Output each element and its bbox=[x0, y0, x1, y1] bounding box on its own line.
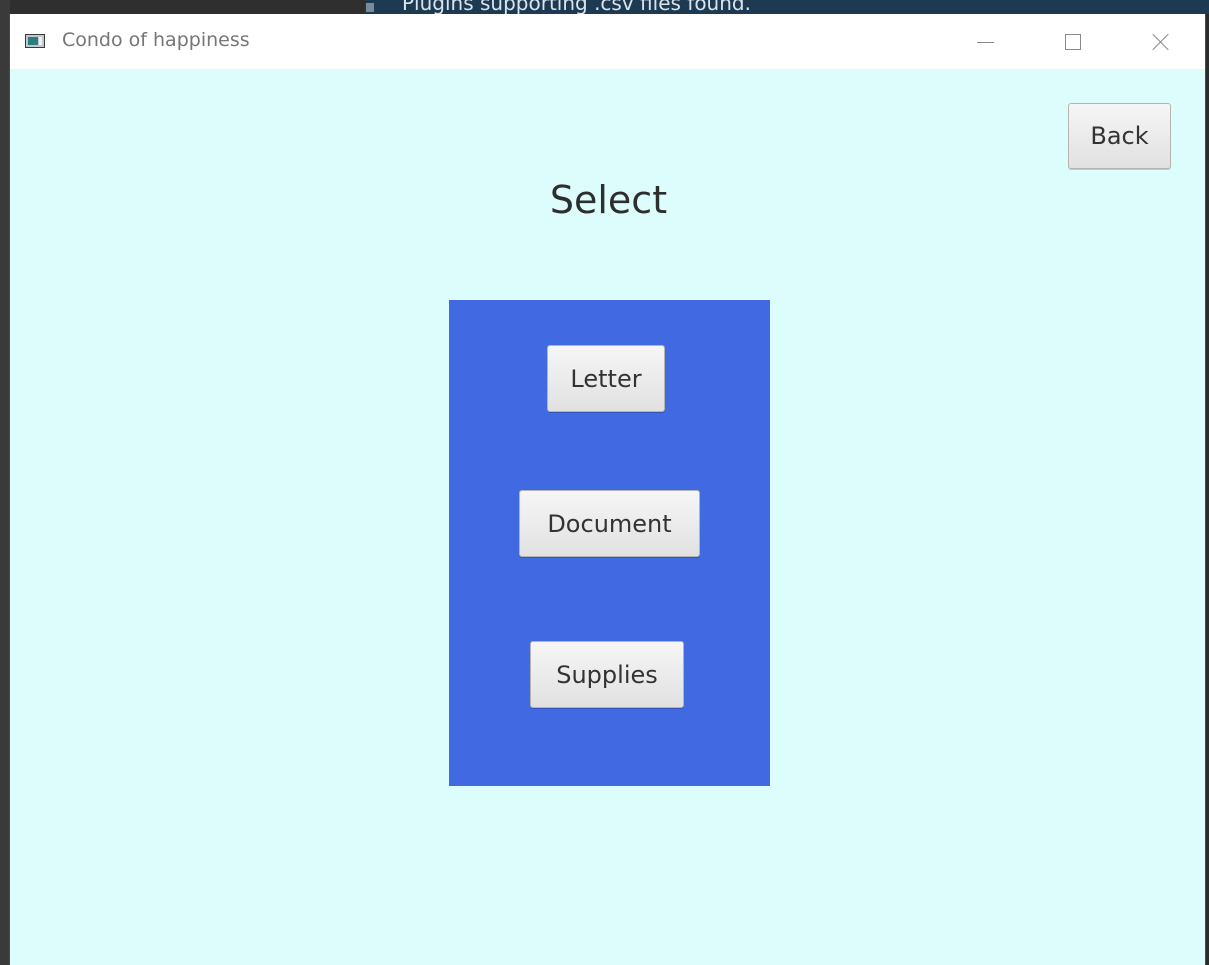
window-title: Condo of happiness bbox=[62, 29, 250, 51]
close-icon bbox=[1152, 33, 1170, 51]
maximize-button[interactable] bbox=[1050, 24, 1096, 60]
letter-button[interactable]: Letter bbox=[547, 345, 665, 412]
background-window-text: Plugins supporting .csv files found. bbox=[402, 0, 751, 15]
app-window-icon bbox=[25, 34, 45, 48]
app-window: Condo of happiness Back Select Letter Do… bbox=[9, 14, 1206, 965]
page-title: Select bbox=[549, 178, 668, 222]
title-bar[interactable]: Condo of happiness bbox=[10, 14, 1205, 69]
minimize-button[interactable] bbox=[962, 24, 1008, 60]
background-window-dark-area bbox=[0, 0, 365, 14]
maximize-icon bbox=[1065, 34, 1081, 50]
supplies-button[interactable]: Supplies bbox=[530, 641, 684, 708]
document-button[interactable]: Document bbox=[519, 490, 700, 557]
minimize-icon bbox=[976, 41, 994, 43]
close-button[interactable] bbox=[1138, 24, 1184, 60]
back-button[interactable]: Back bbox=[1068, 103, 1171, 169]
selection-panel: Letter Document Supplies bbox=[449, 300, 770, 786]
background-window-icon bbox=[366, 3, 374, 12]
